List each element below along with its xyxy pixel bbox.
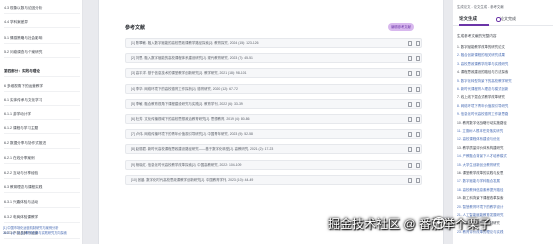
copy-icon[interactable]: [408, 56, 412, 62]
outline-suggestion[interactable]: 1. 数字赋能教学改革的研究论文: [457, 45, 505, 50]
outline-suggestion[interactable]: 9. 信息化时代高校德育工作新思路: [457, 112, 508, 117]
tab-generate[interactable]: 论文生成: [459, 16, 477, 22]
outline-suggestion[interactable]: 4. 课程思政建设的路径与方法探索: [457, 70, 508, 75]
outline-item[interactable]: 6.3.2 电商体验课教学: [4, 213, 80, 223]
outline-suggestion[interactable]: 16. 课堂教学改革的实践与反思: [457, 171, 503, 176]
reference-panel: 参考文献 编辑参考文献 [1] 陈翠敏. 融入数字赋能的高校思政课教学路径探索[…: [98, 0, 444, 244]
reference-item[interactable]: [10] 张晨. 数字化时代高校思政课教学创新研究[J]. 中国教育学刊, 20…: [125, 174, 422, 185]
reference-item[interactable]: [4] 李华. 网络环境下的高校德育工作探析[J]. 德育研究, 2020 (1…: [125, 83, 422, 94]
delete-icon[interactable]: [416, 101, 420, 107]
reference-text: [4] 李华. 网络环境下的高校德育工作探析[J]. 德育研究, 2020 (1…: [131, 86, 238, 91]
outline-suggestion[interactable]: 6. 新时代课程育人理念与模式创新: [457, 87, 508, 92]
reference-text: [2] 刘思. 融入数字赋能的高校课程体系建设研究[J]. 现代教育研究, 20…: [131, 56, 253, 61]
outline-item[interactable]: 6.1.2 课程与学习主题: [4, 124, 80, 134]
delete-icon[interactable]: [416, 56, 420, 62]
reference-text: [5] 李敏. 融合教育视角下课程建设研究与实践[J]. 教育学刊, 2022 …: [131, 101, 243, 106]
copy-icon[interactable]: [408, 71, 412, 77]
outline-item[interactable]: 6.1.1 游学动计学: [4, 110, 80, 120]
delete-icon[interactable]: [416, 147, 420, 153]
delete-icon[interactable]: [416, 86, 420, 92]
outline-suggestion[interactable]: 7. 线上线下混合式教学改革研究: [457, 95, 505, 100]
outline-suggestion[interactable]: 15. 大学生创新创业教育研究: [457, 163, 500, 168]
reference-item[interactable]: [9] 杨晓红. 信息化时代高校教学改革探索[J]. 中国高教研究, 2022:…: [125, 159, 422, 170]
outline-sidebar: 4.3 现象以数与论因分析 4.4 学科案差异 5.1 情感策略与社会影响 5.2 问…: [0, 0, 83, 244]
outline-item[interactable]: 6 多维视角下的运营教学: [4, 82, 80, 92]
outline-suggestion[interactable]: 8. 网络环境下青年价值观引导研究: [457, 104, 508, 109]
outline-suggestion[interactable]: 3. 高校思政课教学改革与实践研究: [457, 62, 508, 67]
sidebar-footer: [1] 中国市场化运营机制研究与案例分析 2017 (4): 23 [2] 教学改…: [3, 226, 81, 236]
outline-suggestion[interactable]: 2. 融合创新课程的相关研究成果: [457, 53, 505, 58]
outline-suggestion[interactable]: 14. 产教融合背景下人才培养模式: [457, 154, 507, 159]
reference-text: [9] 杨晓红. 信息化时代高校教学改革探索[J]. 中国高教研究, 2022:…: [131, 162, 242, 167]
outline-item[interactable]: 4.3 现象以数与论因分析: [4, 4, 80, 14]
reference-item[interactable]: [1] 陈翠敏. 融入数字赋能的高校思政课教学路径探索[J]. 教育探究, 20…: [125, 38, 422, 48]
reference-item[interactable]: [5] 李敏. 融合教育视角下课程建设研究与实践[J]. 教育学刊, 2022 …: [125, 98, 422, 109]
delete-icon[interactable]: [416, 132, 420, 138]
outline-item[interactable]: 6.3.1 兴趣体验与活动: [4, 198, 80, 208]
copy-icon[interactable]: [408, 101, 412, 107]
footer-line: 2017 (4): 23 [2] 教学改革与实践研究方向探索: [3, 231, 67, 235]
reference-item[interactable]: [6] 杜芳. 文化传播视域下的高校思想政治教育研究[J]. 思想教育, 201…: [125, 114, 422, 124]
reference-text: [1] 陈翠敏. 融入数字赋能的高校思政课教学路径探索[J]. 教育探究, 20…: [131, 41, 259, 45]
references-title: 参考文献: [125, 25, 146, 31]
outline-suggestion[interactable]: 13. 教学质量评价体系构建研究: [457, 146, 503, 151]
outline-item[interactable]: 6.2 数据分享与协作式推进: [4, 139, 80, 149]
delete-icon[interactable]: [416, 71, 420, 77]
reference-text: [7] 卢伟. 网络传播环境下的青年价值观引导研究[J]. 中国青年研究, 20…: [131, 132, 253, 137]
tab-complete[interactable]: 论文完成: [496, 16, 516, 22]
outline-item[interactable]: 6.1 实体传承与文化学习: [4, 96, 80, 106]
copy-icon[interactable]: [408, 177, 412, 183]
copy-icon[interactable]: [408, 41, 412, 46]
copy-icon[interactable]: [408, 147, 412, 153]
copy-icon[interactable]: [408, 86, 412, 92]
edit-references-button[interactable]: 编辑参考文献: [388, 23, 414, 31]
outline-suggestion[interactable]: 20. 智慧教育环境下的教学设计: [457, 205, 503, 210]
outline-item[interactable]: 5.2 问卷调查与个案研究: [4, 48, 80, 58]
outline-suggestion[interactable]: 5. 数字化转型背景下的高校教学研究: [457, 79, 512, 84]
reference-item[interactable]: [3] 高平洋. 基于信息技术的课堂教学创新研究[J]. 教学研究, 2021 …: [125, 68, 422, 79]
outline-item[interactable]: 5.1 情感策略与社会影响: [4, 34, 80, 44]
outline-suggestion[interactable]: 18. 高校教师信息素养提升路径: [457, 188, 503, 193]
reference-text: [6] 杜芳. 文化传播视域下的高校思想政治教育研究[J]. 思想教育, 201…: [131, 117, 250, 121]
outline-suggestion[interactable]: 12. 高校课程体系建设与优化: [457, 137, 500, 142]
reference-text: [3] 高平洋. 基于信息技术的课堂教学创新研究[J]. 教学研究, 2021 …: [131, 71, 247, 76]
outline-item[interactable]: 第四部分：实践与理论: [4, 67, 80, 77]
copy-icon[interactable]: [408, 132, 412, 138]
reference-text: [8] 赵丽君. 新时代高校课程思政建设路径研究——基于数字化转型[J]. 高教…: [131, 147, 274, 152]
reference-item[interactable]: [8] 赵丽君. 新时代高校课程思政建设路径研究——基于数字化转型[J]. 高教…: [125, 144, 422, 155]
delete-icon[interactable]: [416, 41, 420, 46]
outline-suggestion[interactable]: 19. 新工科背景下课程改革探索: [457, 196, 503, 201]
breadcrumb: 生成论文 - 论文生成 - 参考文献: [457, 5, 504, 9]
outline-item[interactable]: 4.4 学科案差异: [4, 18, 80, 28]
outline-item[interactable]: 6.3 教育理念与课程实践: [4, 183, 80, 193]
copy-icon[interactable]: [408, 117, 412, 122]
outline-suggestion[interactable]: 10. 教育数字化战略行动实施路径: [457, 121, 507, 126]
outline-suggestion[interactable]: 17. 数字赋能与学科融合发展: [457, 179, 500, 184]
delete-icon[interactable]: [416, 162, 420, 168]
reference-text: [10] 张晨. 数字化时代高校思政课教学创新研究[J]. 中国教育学刊, 20…: [131, 177, 254, 182]
reference-item[interactable]: [2] 刘思. 融入数字赋能的高校课程体系建设研究[J]. 现代教育研究, 20…: [125, 53, 422, 64]
watermark-logo-icon: [433, 217, 445, 229]
delete-icon[interactable]: [416, 177, 420, 183]
watermark: 掘金技术社区 @ 番茄举个栗子: [328, 217, 491, 231]
outline-item[interactable]: 6.2.1 在线分享案例: [4, 154, 80, 164]
assistant-panel: 生成论文 - 论文生成 - 参考文献 论文生成 论文完成 生成参考文献的完整内容…: [453, 0, 553, 244]
delete-icon[interactable]: [416, 117, 420, 122]
outline-item[interactable]: 6.2.2 互动与分享经验: [4, 169, 80, 179]
outline-suggestion[interactable]: 11. 立德树人根本任务落实研究: [457, 129, 503, 134]
panel-subtitle: 生成参考文献的完整内容: [457, 34, 497, 38]
active-tab-indicator: [459, 24, 489, 26]
copy-icon[interactable]: [408, 162, 412, 168]
reference-item[interactable]: [7] 卢伟. 网络传播环境下的青年价值观引导研究[J]. 中国青年研究, 20…: [125, 129, 422, 140]
